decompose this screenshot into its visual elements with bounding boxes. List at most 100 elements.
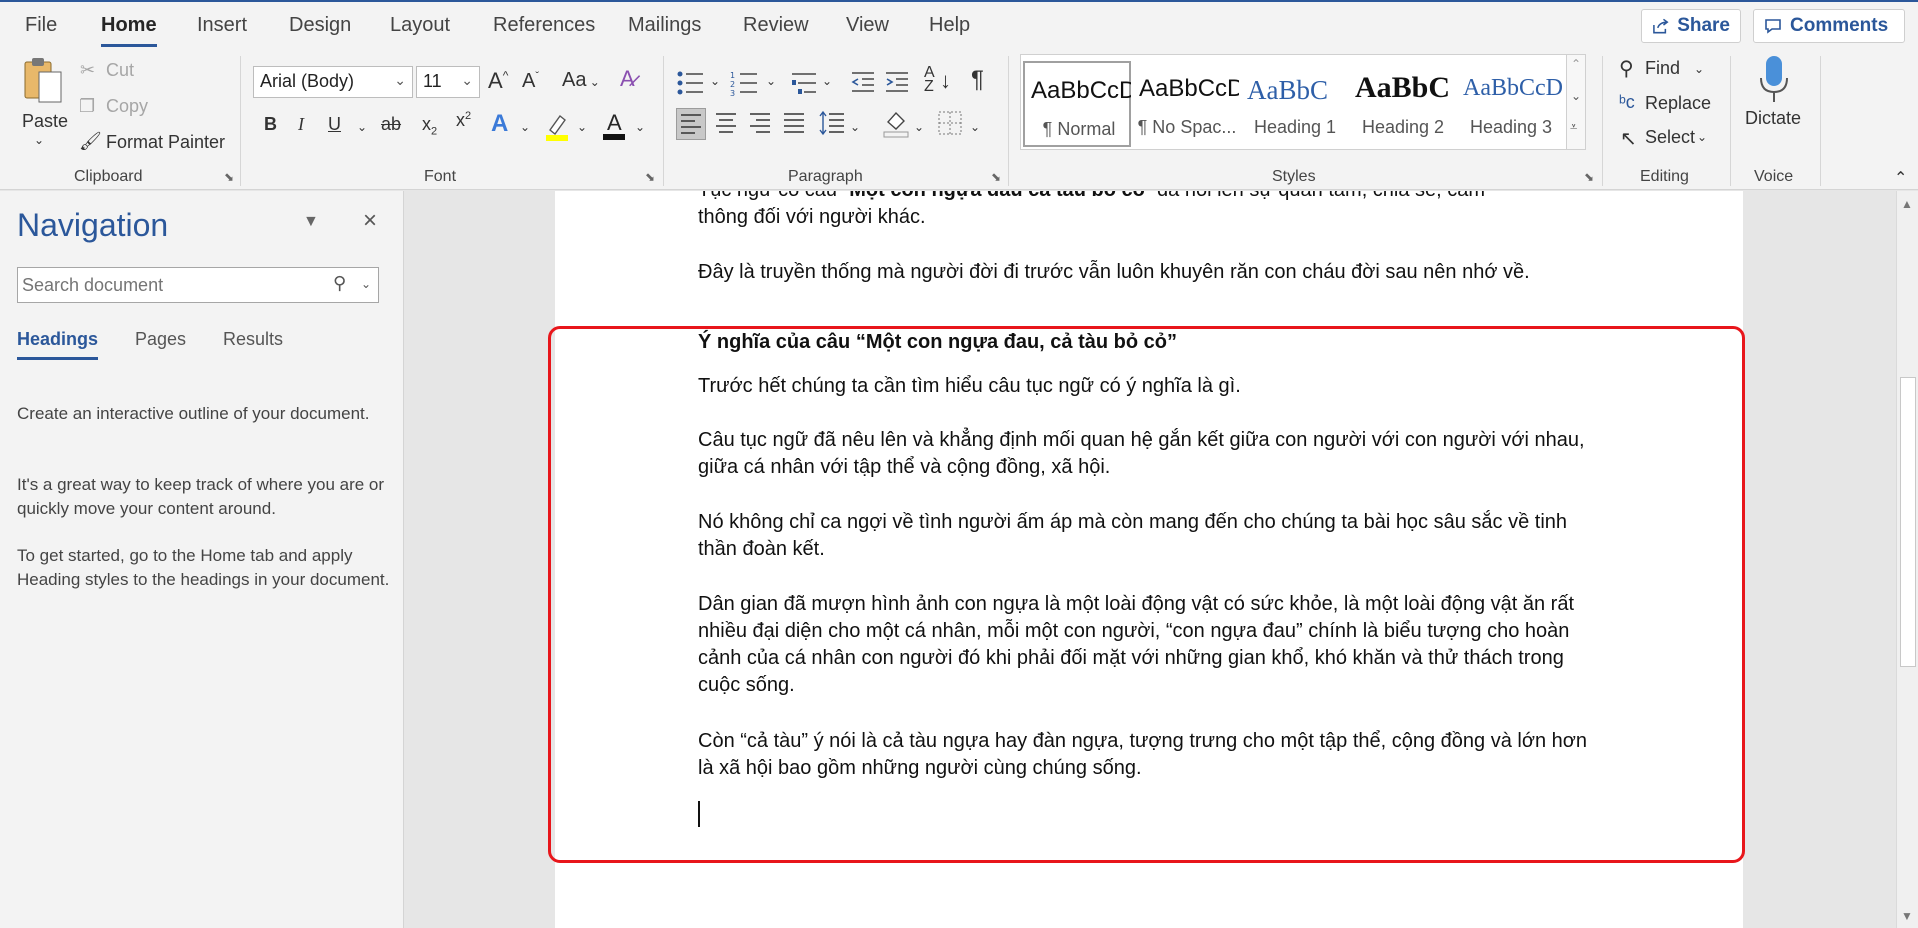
shading-dropdown-icon[interactable]: ⌄	[914, 120, 924, 134]
numbering-icon[interactable]: 123	[730, 70, 758, 98]
paste-button[interactable]	[18, 56, 68, 106]
more-styles-icon[interactable]: ⩡	[1570, 119, 1577, 135]
text-effects-icon[interactable]: A	[491, 110, 508, 138]
paste-label[interactable]: Paste	[22, 111, 68, 132]
font-color-icon[interactable]: A	[601, 110, 627, 142]
find-dropdown-icon[interactable]: ⌄	[1694, 62, 1704, 76]
vertical-scrollbar[interactable]: ▲ ▼	[1896, 191, 1918, 928]
superscript-icon[interactable]: x2	[456, 110, 471, 131]
search-options-icon[interactable]: ⌄	[361, 277, 371, 291]
tab-view[interactable]: View	[846, 14, 889, 37]
align-left-icon[interactable]	[676, 108, 706, 140]
tab-pages[interactable]: Pages	[135, 329, 186, 350]
italic-icon[interactable]: I	[298, 114, 304, 135]
align-right-icon[interactable]	[746, 108, 774, 140]
replace-label[interactable]: Replace	[1645, 93, 1711, 114]
paragraph-launcher-icon[interactable]: ⬊	[991, 170, 1001, 184]
tab-insert[interactable]: Insert	[197, 14, 247, 37]
styles-launcher-icon[interactable]: ⬊	[1584, 170, 1594, 184]
select-cursor-icon[interactable]: ↖	[1620, 126, 1637, 151]
bold-icon[interactable]: B	[264, 114, 277, 135]
font-size-combo[interactable]: 11 ⌄	[416, 66, 480, 98]
subscript-icon[interactable]: x2	[422, 114, 437, 138]
grow-font-icon[interactable]: A^	[488, 68, 508, 94]
tab-references[interactable]: References	[493, 14, 595, 37]
dictate-label[interactable]: Dictate	[1745, 108, 1801, 129]
font-color-dropdown-icon[interactable]: ⌄	[635, 120, 645, 134]
show-formatting-icon[interactable]: ¶	[971, 66, 984, 94]
tab-headings[interactable]: Headings	[17, 329, 99, 360]
tab-help[interactable]: Help	[929, 14, 970, 37]
sort-icon[interactable]: AZ	[924, 65, 935, 95]
line-spacing-icon[interactable]	[818, 108, 846, 140]
collapse-ribbon-icon[interactable]: ⌃	[1894, 168, 1907, 188]
scroll-up-icon[interactable]: ⌃	[1571, 57, 1581, 71]
font-launcher-icon[interactable]: ⬊	[645, 170, 655, 184]
copy-icon[interactable]: ❐	[79, 96, 95, 117]
paste-dropdown-icon[interactable]: ⌄	[34, 133, 44, 147]
justify-icon[interactable]	[780, 108, 808, 140]
line-spacing-dropdown-icon[interactable]: ⌄	[850, 120, 860, 134]
underline-icon[interactable]: U	[328, 114, 341, 135]
document-paragraph[interactable]: Đây là truyền thống mà người đời đi trướ…	[698, 259, 1598, 286]
style-heading-3[interactable]: AaBbCcD Heading 3	[1457, 61, 1565, 147]
shading-icon[interactable]	[882, 108, 910, 140]
search-input[interactable]	[17, 267, 379, 303]
tab-mailings[interactable]: Mailings	[628, 14, 701, 37]
bullets-icon[interactable]	[676, 70, 704, 96]
copy-label[interactable]: Copy	[106, 96, 148, 117]
tab-layout[interactable]: Layout	[390, 14, 450, 37]
select-label[interactable]: Select	[1645, 127, 1695, 148]
format-painter-icon[interactable]: 🖌	[79, 131, 102, 152]
document-paragraph[interactable]: Tục ngữ có câu “Một con ngựa đau cả tàu …	[698, 191, 1598, 204]
underline-dropdown-icon[interactable]: ⌄	[357, 120, 367, 134]
replace-icon[interactable]: ᵇc	[1619, 92, 1635, 113]
bullets-dropdown-icon[interactable]: ⌄	[710, 74, 720, 88]
multilevel-dropdown-icon[interactable]: ⌄	[822, 74, 832, 88]
style-no-spacing[interactable]: AaBbCcDc ¶ No Spac...	[1133, 61, 1241, 147]
microphone-icon[interactable]	[1757, 54, 1791, 108]
multilevel-list-icon[interactable]	[790, 70, 818, 96]
text-effects-dropdown-icon[interactable]: ⌄	[520, 120, 530, 134]
share-button[interactable]: Share	[1641, 9, 1741, 43]
increase-indent-icon[interactable]	[884, 70, 910, 96]
strikethrough-icon[interactable]: ab	[381, 114, 401, 135]
comments-button[interactable]: Comments	[1753, 9, 1905, 43]
shrink-font-icon[interactable]: Aˇ	[522, 70, 539, 93]
scroll-thumb[interactable]	[1900, 377, 1916, 667]
sort-arrow-icon[interactable]: ↓	[940, 68, 951, 94]
scroll-down-icon[interactable]: ▼	[1901, 909, 1913, 923]
cut-icon[interactable]: ✂	[80, 60, 95, 81]
pane-options-icon[interactable]: ▼	[303, 213, 319, 231]
search-icon[interactable]: ⚲	[333, 273, 346, 294]
tab-review[interactable]: Review	[743, 14, 809, 37]
tab-file[interactable]: File	[25, 14, 57, 37]
clipboard-launcher-icon[interactable]: ⬊	[224, 170, 234, 184]
scroll-up-icon[interactable]: ▲	[1901, 197, 1913, 211]
borders-icon[interactable]	[936, 108, 964, 140]
format-painter-label[interactable]: Format Painter	[106, 132, 225, 153]
decrease-indent-icon[interactable]	[850, 70, 876, 96]
clipboard-group-label: Clipboard	[74, 168, 143, 185]
change-case-button[interactable]: Aa ⌄	[562, 69, 600, 92]
highlight-dropdown-icon[interactable]: ⌄	[577, 120, 587, 134]
numbering-dropdown-icon[interactable]: ⌄	[766, 74, 776, 88]
close-icon[interactable]: ×	[363, 207, 377, 235]
highlight-icon[interactable]	[544, 112, 570, 142]
select-dropdown-icon[interactable]: ⌄	[1697, 130, 1707, 144]
cut-label[interactable]: Cut	[106, 60, 134, 81]
clear-formatting-icon[interactable]: A̷	[620, 66, 635, 92]
scroll-down-icon[interactable]: ⌄	[1571, 89, 1581, 103]
style-normal[interactable]: AaBbCcDc ¶ Normal	[1023, 61, 1131, 147]
tab-home[interactable]: Home	[101, 14, 157, 47]
find-label[interactable]: Find	[1645, 58, 1680, 79]
document-paragraph[interactable]: thông đối với người khác.	[698, 204, 1598, 231]
style-heading-1[interactable]: AaBbC Heading 1	[1241, 61, 1349, 147]
style-heading-2[interactable]: AaBbC Heading 2	[1349, 61, 1457, 147]
search-icon[interactable]: ⚲	[1619, 56, 1634, 81]
align-center-icon[interactable]	[712, 108, 740, 140]
font-name-combo[interactable]: Arial (Body) ⌄	[253, 66, 413, 98]
borders-dropdown-icon[interactable]: ⌄	[970, 120, 980, 134]
tab-results[interactable]: Results	[223, 329, 283, 350]
tab-design[interactable]: Design	[289, 14, 351, 37]
